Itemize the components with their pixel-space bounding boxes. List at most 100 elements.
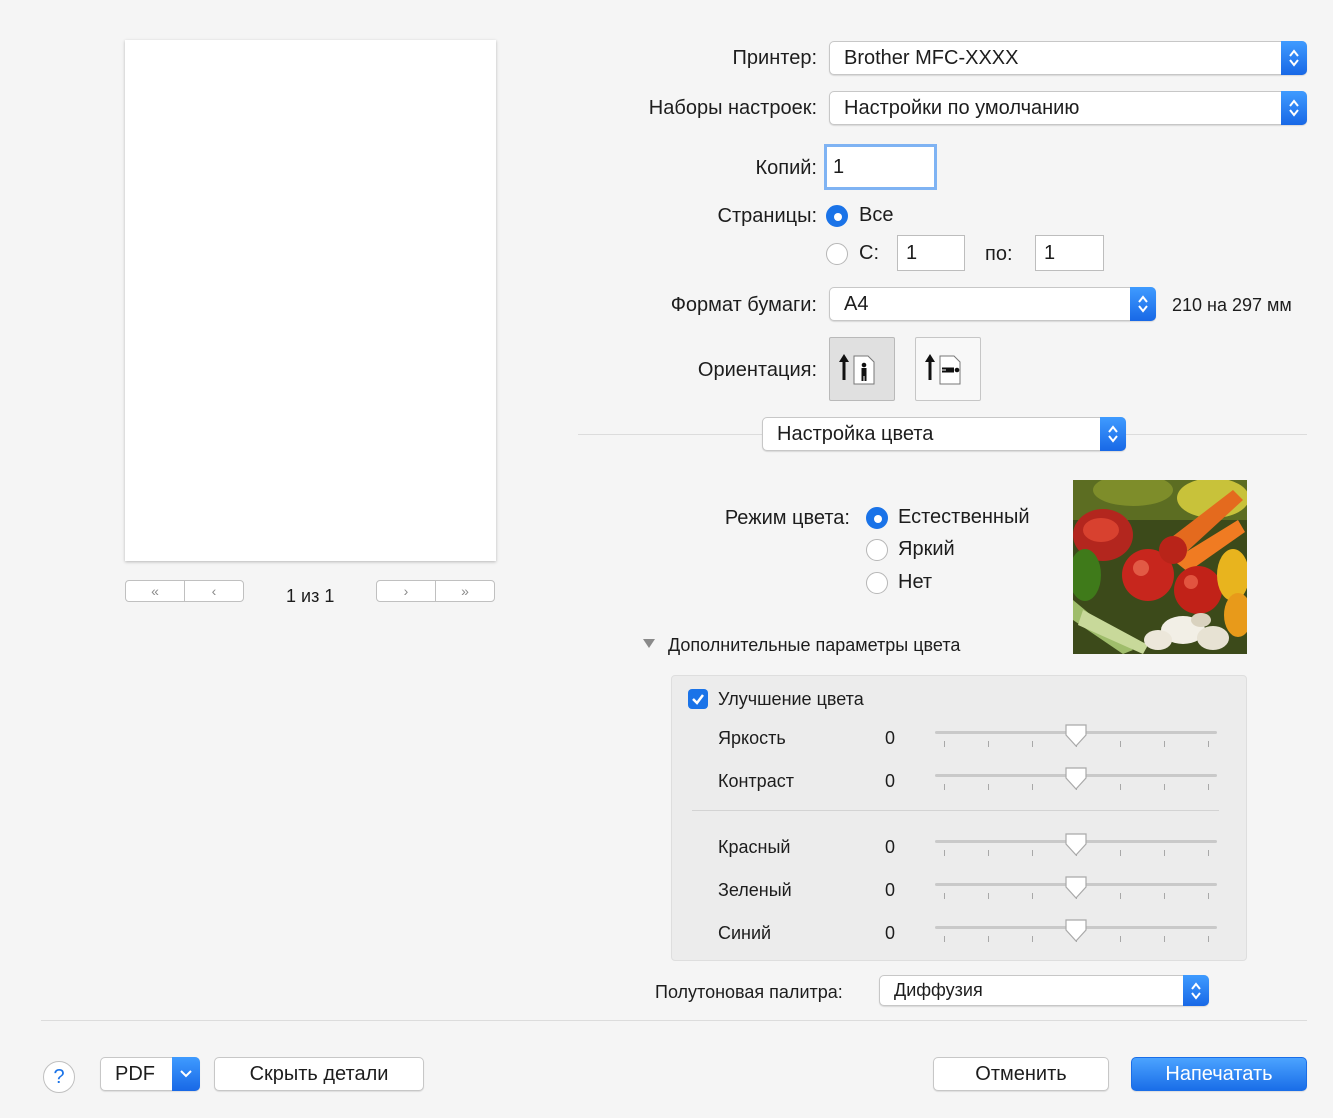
green-value: 0: [885, 880, 896, 900]
halftone-label: Полутоновая палитра:: [655, 982, 843, 1002]
contrast-slider-tick: [944, 784, 945, 790]
color-mode-option-1: Естественный: [898, 506, 1030, 528]
brightness-slider-tick: [1164, 741, 1165, 747]
paper-label: Формат бумаги:: [670, 294, 817, 316]
green-slider-tick: [988, 893, 989, 899]
pages-all-radio[interactable]: [826, 205, 848, 227]
paper-size-text: 210 на 297 мм: [1172, 295, 1292, 315]
paper-value: A4: [844, 292, 869, 315]
halftone-value: Диффузия: [894, 980, 983, 1000]
green-slider-tick: [1120, 893, 1121, 899]
pages-from-field[interactable]: 1: [897, 235, 965, 271]
presets-popup[interactable]: Настройки по умолчанию: [829, 91, 1307, 125]
color-enhance-checkbox[interactable]: [688, 689, 708, 709]
pages-from-label: С:: [859, 242, 879, 264]
footer-divider: [41, 1020, 1307, 1021]
green-slider-tick: [1032, 893, 1033, 899]
popup-arrows-icon: [1281, 41, 1307, 75]
advanced-disclosure-label[interactable]: Дополнительные параметры цвета: [668, 635, 960, 656]
halftone-popup[interactable]: Диффузия: [879, 975, 1209, 1006]
blue-value: 0: [885, 923, 896, 943]
brightness-slider-tick: [1032, 741, 1033, 747]
section-popup-value: Настройка цвета: [777, 422, 934, 445]
brightness-slider-tick: [1208, 741, 1209, 747]
green-slider-tick: [1208, 893, 1209, 899]
color-enhance-label: Улучшение цвета: [718, 689, 864, 709]
hide-details-button[interactable]: Скрыть детали: [214, 1057, 424, 1091]
printer-label: Принтер:: [732, 47, 817, 69]
advanced-panel: [671, 675, 1247, 961]
paper-popup[interactable]: A4: [829, 287, 1156, 321]
slider-group-divider: [692, 810, 1219, 811]
contrast-slider-tick: [1208, 784, 1209, 790]
pages-to-field[interactable]: 1: [1035, 235, 1104, 271]
preview-page: [125, 40, 496, 561]
brightness-slider-tick: [988, 741, 989, 747]
blue-slider-tick: [1208, 936, 1209, 942]
contrast-slider-thumb[interactable]: [1064, 766, 1088, 792]
brightness-slider-thumb[interactable]: [1064, 723, 1088, 749]
contrast-value: 0: [885, 771, 896, 791]
blue-slider-tick: [944, 936, 945, 942]
color-sample-image: [1073, 480, 1247, 654]
pages-to-label: по:: [985, 243, 1013, 265]
contrast-slider-tick: [1120, 784, 1121, 790]
green-label: Зеленый: [718, 880, 792, 900]
blue-slider-tick: [1120, 936, 1121, 942]
color-mode-natural-radio[interactable]: [866, 507, 888, 529]
red-slider-tick: [1032, 850, 1033, 856]
presets-label: Наборы настроек:: [648, 97, 817, 119]
color-mode-none-radio[interactable]: [866, 572, 888, 594]
orientation-landscape-button[interactable]: [915, 337, 981, 401]
popup-arrows-icon: [1100, 417, 1126, 451]
help-button[interactable]: ?: [43, 1061, 75, 1093]
printer-popup[interactable]: Brother MFC-XXXX: [829, 41, 1307, 75]
color-mode-vivid-radio[interactable]: [866, 539, 888, 561]
contrast-label: Контраст: [718, 771, 794, 791]
orientation-portrait-button[interactable]: [829, 337, 895, 401]
portrait-orientation-icon: [839, 354, 875, 385]
color-mode-option-3: Нет: [898, 571, 933, 593]
color-mode-option-2: Яркий: [898, 538, 955, 560]
blue-slider-thumb[interactable]: [1064, 918, 1088, 944]
help-icon: ?: [53, 1065, 65, 1088]
green-slider-tick: [1164, 893, 1165, 899]
presets-value: Настройки по умолчанию: [844, 96, 1080, 119]
red-slider-thumb[interactable]: [1064, 832, 1088, 858]
section-popup[interactable]: Настройка цвета: [762, 417, 1126, 451]
printer-value: Brother MFC-XXXX: [844, 46, 1019, 69]
page-counter: 1 из 1: [286, 586, 335, 606]
copies-field[interactable]: 1: [824, 144, 937, 190]
green-slider-thumb[interactable]: [1064, 875, 1088, 901]
pages-range-radio[interactable]: [826, 243, 848, 265]
preview-nav-forward[interactable]: › »: [376, 580, 495, 602]
brightness-label: Яркость: [718, 728, 786, 748]
preview-nav-back[interactable]: « ‹: [125, 580, 244, 602]
red-slider-tick: [988, 850, 989, 856]
blue-slider-tick: [988, 936, 989, 942]
chevron-down-icon: [172, 1057, 200, 1091]
checkmark-icon: [692, 694, 704, 705]
prev-page-button[interactable]: ‹: [184, 581, 243, 601]
red-value: 0: [885, 837, 896, 857]
disclosure-triangle-icon[interactable]: [643, 639, 655, 649]
blue-slider-tick: [1032, 936, 1033, 942]
pages-all-label: Все: [859, 204, 894, 226]
popup-arrows-icon: [1281, 91, 1307, 125]
red-slider-tick: [1164, 850, 1165, 856]
print-button[interactable]: Напечатать: [1131, 1057, 1307, 1091]
contrast-slider-tick: [988, 784, 989, 790]
landscape-orientation-icon: [925, 354, 961, 385]
next-page-button[interactable]: ›: [377, 581, 435, 601]
red-slider-tick: [944, 850, 945, 856]
popup-arrows-icon: [1130, 287, 1156, 321]
pdf-menu-button[interactable]: PDF: [100, 1057, 200, 1091]
blue-label: Синий: [718, 923, 772, 943]
last-page-button[interactable]: »: [435, 581, 494, 601]
orientation-label: Ориентация:: [697, 359, 817, 381]
red-label: Красный: [718, 837, 791, 857]
popup-arrows-icon: [1183, 975, 1209, 1006]
first-page-button[interactable]: «: [126, 581, 184, 601]
cancel-button[interactable]: Отменить: [933, 1057, 1109, 1091]
color-mode-label: Режим цвета:: [724, 507, 850, 529]
